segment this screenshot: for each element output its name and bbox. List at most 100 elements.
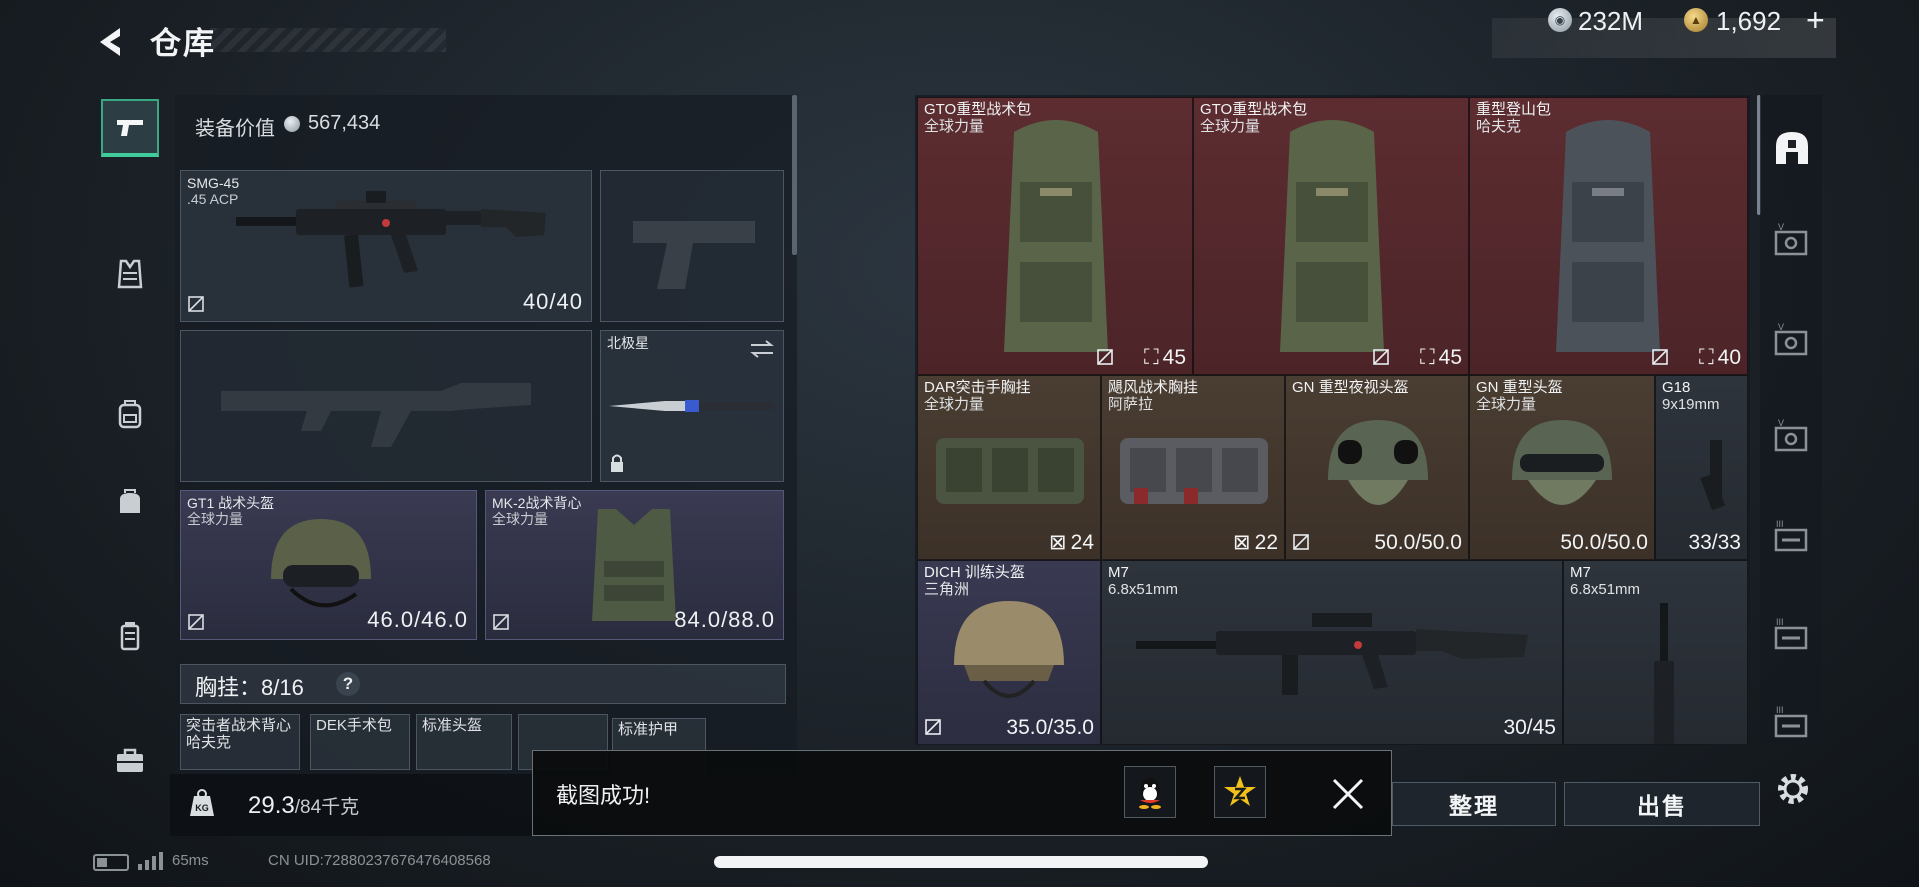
pistol-silhouette-icon	[633, 221, 755, 289]
settings-gear-icon[interactable]	[1772, 768, 1814, 810]
back-button[interactable]	[92, 22, 132, 62]
svg-text:V: V	[1778, 222, 1784, 232]
home-indicator[interactable]	[714, 856, 1208, 868]
svg-text:III: III	[1776, 519, 1784, 529]
inventory-item[interactable]: 飓风战术胸挂 阿萨拉 ⊠ 22	[1101, 375, 1285, 560]
no-bind-icon	[188, 614, 204, 630]
page-title: 仓库	[150, 26, 216, 61]
gun-safe-icon: III	[1774, 617, 1808, 650]
backpack-capacity-icon: ⛶	[1419, 346, 1435, 369]
armor-slot[interactable]: MK-2战术背心 全球力量 84.0/88.0	[485, 490, 784, 640]
inventory-item[interactable]: GTO重型战术包 全球力量 ⛶ 45	[917, 97, 1193, 375]
chest-rig-capacity: 胸挂：8/16	[195, 675, 304, 700]
sort-button[interactable]: 整理	[1392, 782, 1556, 826]
tab-container[interactable]	[101, 607, 159, 665]
weapon-durability: 40/40	[522, 289, 583, 314]
helmet-durability: 46.0/46.0	[367, 607, 468, 632]
rifle-vertical-image	[1654, 603, 1674, 744]
svg-text:V: V	[1778, 322, 1784, 332]
container-icon	[120, 622, 140, 651]
helmet-slot[interactable]: GT1 战术头盔 全球力量 46.0/46.0	[180, 490, 477, 640]
item-stat: 24	[1070, 530, 1094, 554]
item-stat: 22	[1254, 530, 1278, 554]
inventory-item[interactable]: DICH 训练头盔 三角洲 35.0/35.0	[917, 560, 1101, 745]
rifle-image	[1136, 613, 1528, 695]
share-qq-button[interactable]	[1124, 766, 1176, 818]
stash-tab-iii-1[interactable]: III	[1770, 516, 1814, 560]
item-stat: 40	[1717, 346, 1741, 369]
rig-item-slot[interactable]: 突击者战术背心 哈夫克	[180, 714, 300, 770]
helmet-image	[271, 519, 371, 608]
help-icon[interactable]: ?	[336, 672, 360, 696]
secondary-weapon-slot[interactable]	[180, 330, 592, 482]
safe-icon: V	[1774, 322, 1808, 356]
armor-vest-image	[592, 509, 676, 621]
back-arrow-icon	[100, 28, 120, 56]
item-name: DICH 训练头盔	[924, 564, 1025, 581]
item-name: M7	[1108, 564, 1129, 581]
equip-value: 567,434	[308, 112, 381, 134]
no-bind-icon	[925, 719, 941, 735]
silver-coin-icon: ◉	[1548, 8, 1572, 32]
inventory-item[interactable]: 重型登山包 哈夫克 ⛶ 40	[1469, 97, 1748, 375]
backpack-capacity-icon: ⛶	[1143, 346, 1159, 369]
melee-slot[interactable]: 北极星	[600, 330, 784, 482]
item-faction: 9x19mm	[1662, 396, 1720, 413]
stash-tab-v3[interactable]: V	[1770, 416, 1814, 460]
svg-text:III: III	[1776, 617, 1784, 627]
rifle-silhouette-icon	[221, 383, 531, 447]
close-icon[interactable]	[1330, 776, 1366, 812]
silver-coin-icon	[284, 116, 300, 132]
tab-bag[interactable]	[101, 473, 159, 531]
armor-durability: 84.0/88.0	[674, 607, 775, 632]
stash-tab-iii-2[interactable]: III	[1770, 614, 1814, 658]
vest-capacity-icon: ⊠	[1233, 531, 1251, 554]
rig-item-slot[interactable]: DEK手术包	[310, 714, 410, 770]
bag-icon	[120, 489, 140, 513]
pistol-slot[interactable]	[600, 170, 784, 322]
helmet-faction: 全球力量	[187, 511, 243, 527]
player-uid: CN UID:7288023767647640856​8	[268, 852, 491, 869]
smg-image	[236, 191, 546, 288]
swap-icon[interactable]	[749, 339, 775, 359]
armor-name: MK-2战术背心	[492, 495, 582, 511]
item-name: 重型登山包	[1476, 101, 1552, 118]
inventory-item[interactable]: GTO重型战术包 全球力量 ⛶ 45	[1193, 97, 1469, 375]
stash-tab-v1[interactable]: V	[1770, 220, 1814, 264]
sell-button[interactable]: 出售	[1564, 782, 1760, 826]
inventory-item[interactable]: M7 6.8x51mm	[1563, 560, 1748, 745]
tab-weapons[interactable]	[101, 99, 159, 157]
item-faction: 全球力量	[1200, 118, 1261, 135]
item-name: DAR突击手胸挂	[924, 379, 1031, 396]
inventory-item[interactable]: M7 6.8x51mm 30/45	[1101, 560, 1563, 745]
inventory-item[interactable]: DAR突击手胸挂 全球力量 ⊠ 24	[917, 375, 1101, 560]
tab-backpack[interactable]	[101, 385, 159, 443]
safe-icon: V	[1774, 418, 1808, 452]
qq-icon	[1139, 778, 1161, 809]
pistol-icon	[117, 120, 143, 136]
gun-safe-icon: III	[1774, 705, 1808, 738]
stash-tab-iii-3[interactable]: III	[1770, 702, 1814, 746]
tab-vest[interactable]	[101, 245, 159, 303]
item-name: M7	[1570, 564, 1591, 581]
add-currency-button[interactable]: +	[1806, 2, 1825, 39]
stash-tab-v2[interactable]: V	[1770, 320, 1814, 364]
rig-item-name: DEK手术包	[316, 717, 392, 734]
armor-faction: 全球力量	[492, 511, 548, 527]
inventory-item[interactable]: G18 9x19mm 33/33	[1655, 375, 1748, 560]
share-qzone-button[interactable]	[1214, 766, 1266, 818]
loadout-scrollbar[interactable]	[792, 95, 797, 255]
stash-tab-home[interactable]	[1770, 126, 1814, 170]
vest-capacity-icon: ⊠	[1049, 531, 1067, 554]
inventory-item[interactable]: GN 重型头盔 全球力量 50.0/50.0	[1469, 375, 1655, 560]
no-bind-icon	[1373, 349, 1389, 365]
item-name: G18	[1662, 379, 1691, 396]
item-faction: 6.8x51mm	[1570, 581, 1641, 598]
tab-case[interactable]	[101, 731, 159, 789]
battery-icon	[93, 854, 129, 871]
rig-item-slot[interactable]: 标准头盔	[416, 714, 512, 770]
item-faction: 阿萨拉	[1108, 396, 1154, 413]
backpack-image	[1004, 120, 1108, 352]
primary-weapon-slot[interactable]: SMG-45 .45 ACP 40/40	[180, 170, 592, 322]
inventory-item[interactable]: GN 重型夜视头盔 50.0/50.0	[1285, 375, 1469, 560]
